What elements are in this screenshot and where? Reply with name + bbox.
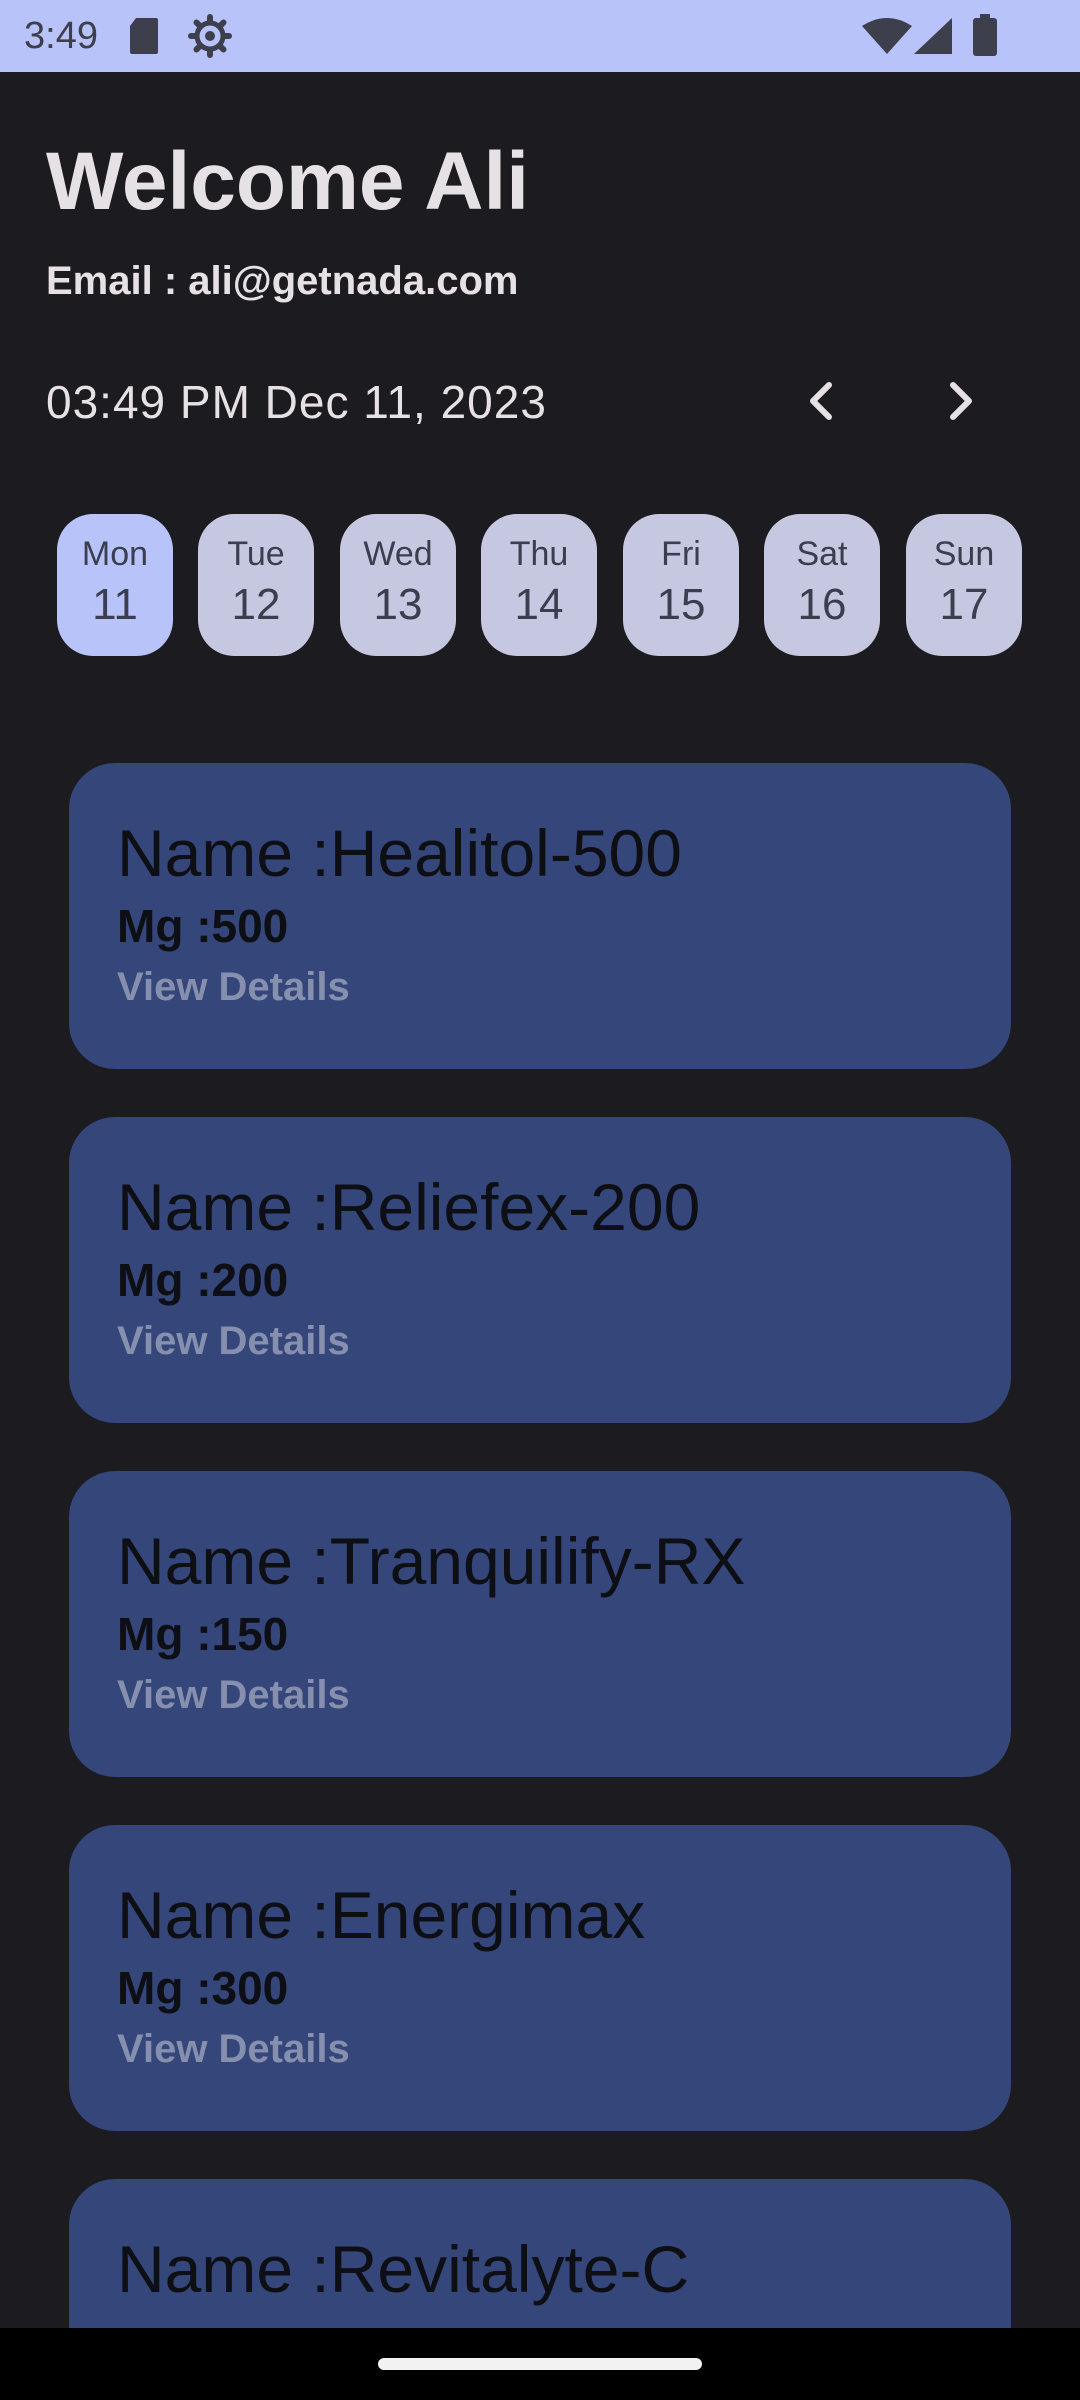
welcome-heading: Welcome Ali (46, 136, 530, 227)
view-details-link[interactable]: View Details (117, 1317, 350, 1365)
day-name: Wed (363, 535, 433, 573)
wifi-icon (862, 18, 912, 59)
view-details-link[interactable]: View Details (117, 963, 350, 1011)
home-gesture-handle[interactable] (378, 2358, 702, 2370)
medicine-card[interactable]: Name :Tranquilify-RX Mg :150 View Detail… (69, 1471, 1011, 1777)
day-name: Mon (81, 535, 149, 573)
day-chip-wed[interactable]: Wed 13 (340, 514, 456, 656)
medicine-dosage: Mg :150 (117, 1608, 289, 1660)
day-name: Fri (661, 535, 701, 573)
day-name: Sun (933, 535, 995, 573)
user-email: Email : ali@getnada.com (46, 259, 519, 303)
day-chip-fri[interactable]: Fri 15 (623, 514, 739, 656)
status-bar: 3:49 (0, 0, 1080, 72)
medicine-name: Name :Energimax (117, 1878, 646, 1952)
main-content[interactable]: Welcome Ali Email : ali@getnada.com 03:4… (0, 72, 1080, 2328)
view-details-link[interactable]: View Details (117, 1671, 350, 1719)
chevron-right-icon (947, 379, 977, 428)
medicine-name: Name :Healitol-500 (117, 816, 682, 890)
day-number: 15 (656, 580, 706, 629)
medicine-name: Name :Reliefex-200 (117, 1170, 701, 1244)
day-number: 13 (373, 580, 423, 629)
day-number: 16 (797, 580, 847, 629)
medicine-dosage: Mg :500 (117, 900, 289, 952)
medicine-name: Name :Revitalyte-C (117, 2232, 690, 2306)
medicine-dosage: Mg :300 (117, 1962, 289, 2014)
medicine-card[interactable]: Name :Healitol-500 Mg :500 View Details (69, 763, 1011, 1069)
medicine-card[interactable]: Name :Energimax Mg :300 View Details (69, 1825, 1011, 2131)
sd-card-icon (128, 16, 160, 61)
view-details-link[interactable]: View Details (117, 2025, 350, 2073)
medicine-name: Name :Tranquilify-RX (117, 1524, 746, 1598)
day-number: 14 (514, 580, 564, 629)
day-number: 11 (92, 580, 138, 629)
settings-icon (188, 14, 232, 63)
day-name: Thu (509, 535, 569, 573)
next-week-button[interactable] (922, 368, 1002, 438)
day-chip-mon[interactable]: Mon 11 (57, 514, 173, 656)
current-datetime: 03:49 PM Dec 11, 2023 (46, 376, 547, 428)
medicine-dosage: Mg :200 (117, 1254, 289, 1306)
medicine-card[interactable]: Name :Revitalyte-C (69, 2179, 1011, 2328)
medicine-card[interactable]: Name :Reliefex-200 Mg :200 View Details (69, 1117, 1011, 1423)
day-name: Tue (227, 535, 285, 573)
day-name: Sat (796, 535, 848, 573)
chevron-left-icon (805, 379, 835, 428)
system-navigation-bar (0, 2328, 1080, 2400)
day-chip-tue[interactable]: Tue 12 (198, 514, 314, 656)
day-number: 17 (939, 580, 989, 629)
day-chip-thu[interactable]: Thu 14 (481, 514, 597, 656)
signal-icon (914, 18, 952, 59)
status-time: 3:49 (24, 15, 98, 57)
day-chip-sun[interactable]: Sun 17 (906, 514, 1022, 656)
prev-week-button[interactable] (780, 368, 860, 438)
day-number: 12 (231, 580, 281, 629)
day-chip-sat[interactable]: Sat 16 (764, 514, 880, 656)
battery-icon (972, 14, 998, 61)
